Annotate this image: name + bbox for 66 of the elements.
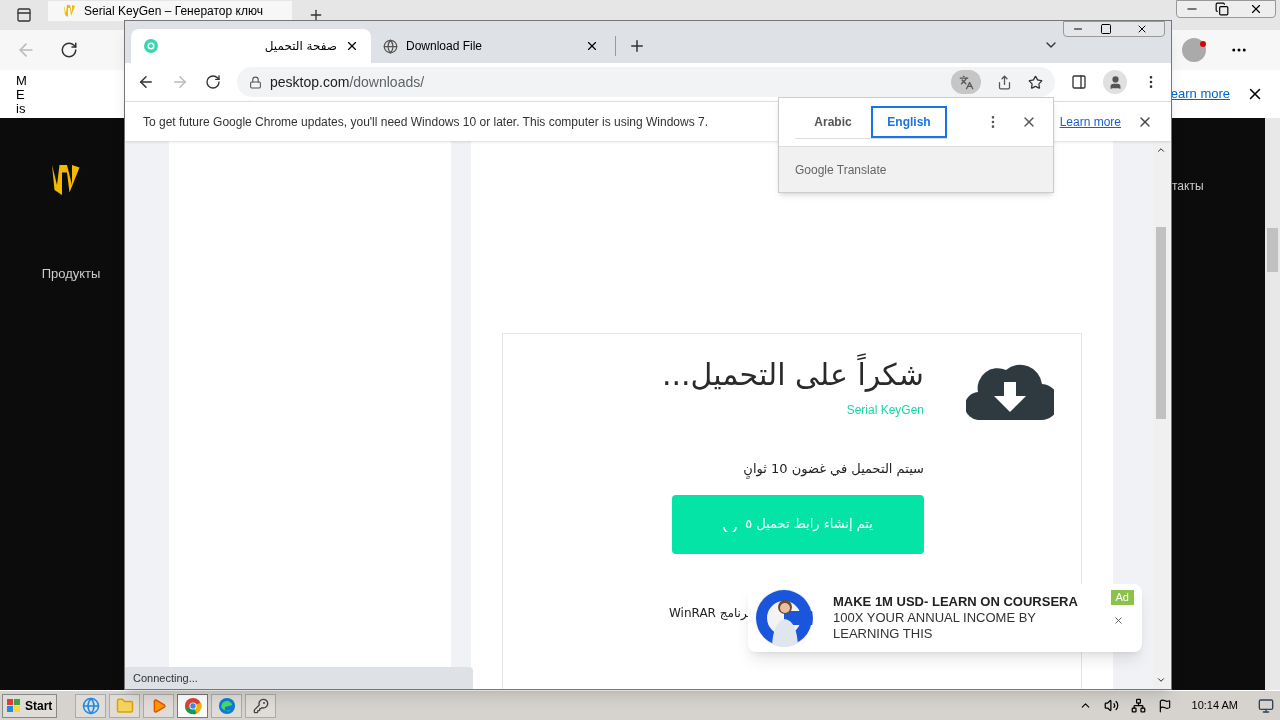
scroll-up-icon[interactable] (1156, 145, 1166, 155)
reload-icon[interactable] (60, 41, 78, 59)
globe-icon (81, 696, 100, 715)
translate-button[interactable] (951, 70, 981, 94)
share-icon[interactable] (997, 74, 1012, 90)
close-tab-icon[interactable] (585, 39, 599, 53)
taskbar-app[interactable] (177, 693, 209, 718)
spinner-icon (723, 526, 738, 532)
ad-popup[interactable]: MAKE 1M USD- LEARN ON COURSERA 100X YOUR ANNUAL INCOME BY LEARNING THIS Ad (748, 584, 1142, 652)
restore-icon[interactable] (1215, 2, 1229, 16)
speaker-icon[interactable] (1103, 698, 1119, 713)
banner-text: E (16, 88, 26, 102)
page-title: شكراً على التحميل... (661, 352, 924, 397)
reload-icon[interactable] (205, 74, 221, 90)
nav-link[interactable]: такты (1172, 179, 1204, 193)
ad-title: MAKE 1M USD- LEARN ON COURSERA (833, 594, 1078, 610)
bookmark-star-icon[interactable] (1028, 74, 1043, 90)
learn-more-link[interactable]: earn more (1170, 84, 1230, 104)
globe-icon (383, 38, 398, 54)
nav-link[interactable]: Продукты (41, 264, 101, 284)
tab-title: Download File (406, 38, 484, 55)
url-text: pesktop.com/downloads/ (270, 72, 425, 92)
close-icon[interactable] (1249, 2, 1263, 16)
close-tab-icon[interactable] (345, 39, 359, 53)
language-tab[interactable]: English (871, 105, 947, 138)
scroll-down-icon[interactable] (1156, 675, 1166, 685)
browser-tab[interactable]: Serial KeyGen – Генератор ключ (48, 1, 292, 21)
profile-avatar[interactable] (1103, 70, 1127, 94)
lock-icon (249, 75, 262, 89)
clock[interactable]: 10:14 AM (1191, 697, 1238, 714)
show-desktop-icon[interactable] (1258, 697, 1274, 714)
address-bar[interactable]: pesktop.com/downloads/ (237, 67, 1055, 97)
scrollbar-thumb[interactable] (1267, 228, 1278, 272)
key-icon (252, 697, 269, 714)
tab-title: صفحة التحميل (263, 38, 337, 55)
network-icon[interactable] (1130, 698, 1146, 713)
translate-branding: Google Translate (795, 161, 887, 179)
translate-icon (958, 74, 974, 90)
taskbar-app[interactable] (245, 693, 277, 718)
scrollbar-thumb[interactable] (1156, 227, 1166, 419)
banner-text: M (16, 74, 27, 88)
countdown-text: سيتم التحميل في غضون 10 ثوانٍ (743, 459, 924, 479)
banner-text: is (16, 102, 27, 116)
folder-icon (115, 696, 134, 715)
new-tab-icon[interactable] (628, 37, 646, 55)
learn-more-link[interactable]: Learn more (1059, 112, 1121, 131)
sidebar-icon[interactable] (16, 7, 32, 23)
browser-tab[interactable]: صفحة التحميل (131, 29, 371, 63)
site-name: Serial KeyGen (846, 402, 924, 419)
new-tab-icon[interactable] (308, 7, 324, 23)
start-button[interactable]: Start (2, 693, 58, 718)
close-icon[interactable] (1136, 23, 1148, 35)
browser-logo-icon (183, 696, 202, 715)
profile-avatar[interactable] (1182, 38, 1206, 62)
flag-icon[interactable] (1157, 698, 1172, 713)
ad-badge: Ad (1110, 590, 1134, 605)
windows-logo-icon (7, 698, 21, 713)
ad-text: 100X YOUR ANNUAL INCOME BY LEARNING THIS (833, 610, 1037, 642)
browser-logo-icon (217, 696, 236, 715)
maximize-icon[interactable] (1100, 23, 1112, 35)
update-message: To get future Google Chrome updates, you'll need Windows 10 or later. This computer is using Windows 7. (143, 113, 709, 131)
back-icon[interactable] (137, 73, 155, 91)
status-bubble: Connecting... (125, 667, 473, 689)
taskbar-app[interactable] (211, 693, 243, 718)
side-panel-icon[interactable] (1071, 74, 1087, 90)
site-logo-icon (143, 38, 159, 54)
